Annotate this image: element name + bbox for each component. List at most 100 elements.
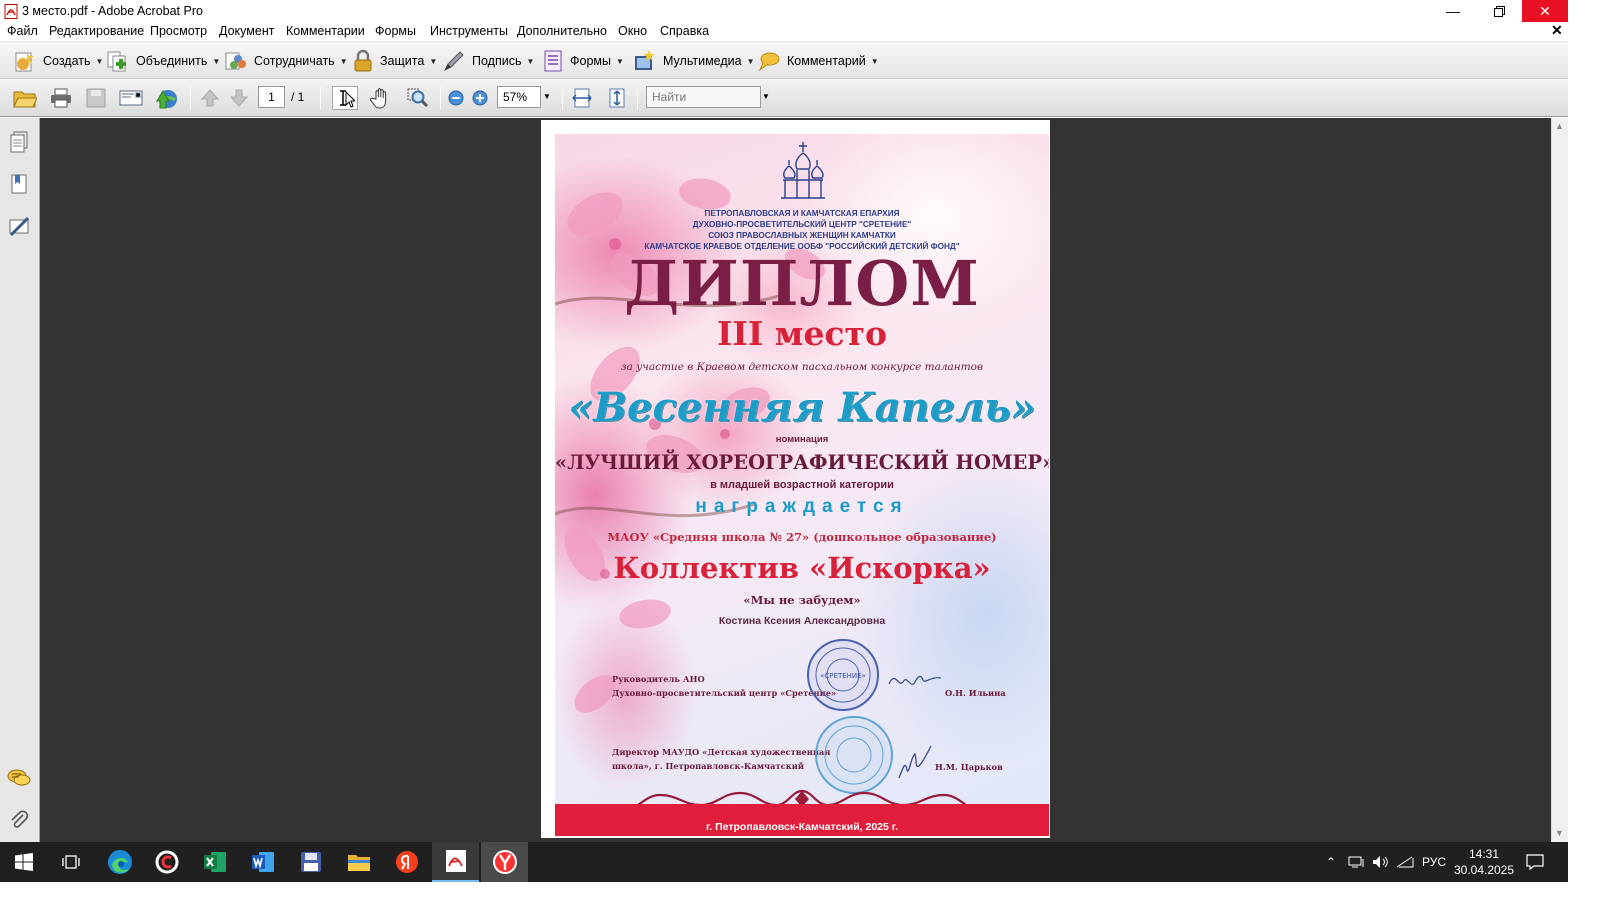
menu-document[interactable]: Документ: [219, 24, 274, 38]
menu-help[interactable]: Справка: [660, 24, 709, 38]
comments-icon: [7, 769, 31, 786]
menu-comments[interactable]: Комментарии: [286, 24, 365, 38]
sign-button[interactable]: Подпись ▼: [442, 47, 534, 75]
connection-tray[interactable]: [1396, 842, 1414, 882]
signer2-name: Н.М. Царьков: [935, 762, 1003, 772]
menu-view[interactable]: Просмотр: [150, 24, 207, 38]
close-window-button[interactable]: ✕: [1522, 0, 1568, 22]
protect-button[interactable]: Защита ▼: [352, 47, 437, 75]
place-award: III место: [716, 314, 887, 353]
clock[interactable]: 14:31 30.04.2025: [1448, 846, 1520, 878]
marquee-zoom-button[interactable]: [405, 86, 431, 110]
hand-icon: [370, 88, 387, 109]
certificate: ПЕТРОПАВЛОВСКАЯ И КАМЧАТСКАЯ ЕПАРХИЯ ДУХ…: [555, 134, 1049, 836]
scroll-down-icon[interactable]: ▼: [1555, 828, 1564, 838]
comment-button[interactable]: Комментарий ▼: [757, 47, 879, 75]
signatures-panel-button[interactable]: [6, 213, 32, 239]
menu-advanced[interactable]: Дополнительно: [517, 24, 607, 38]
fit-width-button[interactable]: [569, 86, 595, 110]
page-number-input[interactable]: 1: [258, 86, 285, 108]
signer2-title-line: Директор МАУДО «Детская художественная: [612, 747, 831, 757]
collaborate-label: Сотрудничать: [254, 54, 335, 68]
restore-button[interactable]: [1476, 0, 1522, 22]
signature-pen-icon: [9, 216, 30, 237]
hand-tool-button[interactable]: [368, 86, 394, 110]
taskbar-save-app[interactable]: [287, 842, 334, 882]
create-button[interactable]: Создать ▼: [13, 47, 103, 75]
organizer-line: СОЮЗ ПРАВОСЛАВНЫХ ЖЕНЩИН КАМЧАТКИ: [708, 231, 896, 240]
menu-edit[interactable]: Редактирование: [49, 24, 144, 38]
city-year: г. Петропавловск-Камчатский, 2025 г.: [705, 821, 899, 833]
vertical-scrollbar[interactable]: ▲ ▼: [1551, 118, 1568, 842]
create-pdf-icon: [15, 51, 34, 72]
upload-button[interactable]: [154, 86, 180, 110]
attachments-panel-button[interactable]: [6, 807, 32, 833]
comment-label: Комментарий: [787, 54, 866, 68]
notifications-button[interactable]: [1526, 842, 1544, 882]
next-page-button[interactable]: [226, 86, 252, 110]
organizer-line: ПЕТРОПАВЛОВСКАЯ И КАМЧАТСКАЯ ЕПАРХИЯ: [704, 209, 900, 218]
toolbar-separator: [562, 87, 563, 109]
multimedia-icon: [635, 50, 655, 70]
zoom-input[interactable]: 57%: [497, 86, 541, 108]
multimedia-button[interactable]: Мультимедиа ▼: [633, 47, 755, 75]
edge-icon: [107, 850, 132, 874]
taskbar-ccleaner[interactable]: [143, 842, 190, 882]
start-button[interactable]: [0, 842, 47, 882]
collaborate-button[interactable]: Сотрудничать ▼: [224, 47, 348, 75]
comments-panel-button[interactable]: [6, 765, 32, 791]
acrobat-pdf-icon: [4, 4, 18, 19]
find-input[interactable]: [646, 86, 761, 108]
zoom-in-button[interactable]: [467, 86, 493, 110]
close-document-icon[interactable]: ✕: [1551, 22, 1563, 39]
network-tray[interactable]: [1348, 842, 1366, 882]
pages-panel-button[interactable]: [6, 129, 32, 155]
scroll-up-icon[interactable]: ▲: [1555, 121, 1564, 131]
taskbar-file-explorer[interactable]: [335, 842, 382, 882]
taskbar-yandex-browser[interactable]: [481, 842, 528, 882]
signer1-title: Руководитель АНО Духовно-просветительски…: [612, 672, 836, 700]
fit-page-button[interactable]: [604, 86, 630, 110]
volume-tray[interactable]: [1372, 842, 1390, 882]
zoom-out-button[interactable]: [443, 86, 469, 110]
taskbar-acrobat[interactable]: [432, 842, 479, 882]
menu-forms[interactable]: Формы: [375, 24, 416, 38]
navigation-panel: [0, 118, 40, 842]
sign-dropdown-icon: ▼: [526, 56, 535, 66]
signer1-title-line: Духовно-просветительский центр «Сретение…: [612, 688, 837, 698]
handwritten-signature-2: [898, 745, 932, 779]
school-name: МАОУ «Средняя школа № 27» (дошкольное об…: [607, 530, 997, 544]
forms-button[interactable]: Формы ▼: [542, 47, 624, 75]
taskbar-edge[interactable]: [96, 842, 143, 882]
email-button[interactable]: [118, 86, 144, 110]
awarded-text: награждается: [695, 496, 909, 517]
multimedia-label: Мультимедиа: [663, 54, 742, 68]
menu-window[interactable]: Окно: [618, 24, 647, 38]
bookmarks-panel-button[interactable]: [6, 171, 32, 197]
find-dropdown-icon[interactable]: ▼: [760, 86, 772, 108]
windows-logo-icon: [14, 853, 33, 871]
taskbar-excel[interactable]: [191, 842, 238, 882]
task-view-button[interactable]: [47, 842, 94, 882]
taskbar-yandex[interactable]: [383, 842, 430, 882]
comment-dropdown-icon: ▼: [870, 56, 879, 66]
forms-dropdown-icon: ▼: [616, 56, 624, 66]
open-button[interactable]: [12, 86, 38, 110]
select-tool-button[interactable]: [332, 86, 358, 110]
minimize-button[interactable]: —: [1430, 0, 1476, 22]
taskbar-word[interactable]: [239, 842, 286, 882]
menu-tools[interactable]: Инструменты: [430, 24, 508, 38]
printer-icon: [51, 88, 71, 108]
menu-file[interactable]: Файл: [7, 24, 38, 38]
nomination-title: «ЛУЧШИЙ ХОРЕОГРАФИЧЕСКИЙ НОМЕР»: [555, 451, 1049, 474]
zoom-dropdown-icon[interactable]: ▼: [541, 86, 553, 108]
print-button[interactable]: [48, 86, 74, 110]
page-total: / 1: [291, 90, 305, 104]
zoom-in-icon: [472, 90, 488, 106]
combine-button[interactable]: Объединить ▼: [106, 47, 220, 75]
previous-page-button[interactable]: [197, 86, 223, 110]
language-indicator[interactable]: РУС: [1422, 842, 1446, 882]
speaker-icon: [1373, 856, 1388, 868]
save-button[interactable]: [83, 86, 109, 110]
show-hidden-icons[interactable]: ⌃: [1326, 842, 1336, 882]
